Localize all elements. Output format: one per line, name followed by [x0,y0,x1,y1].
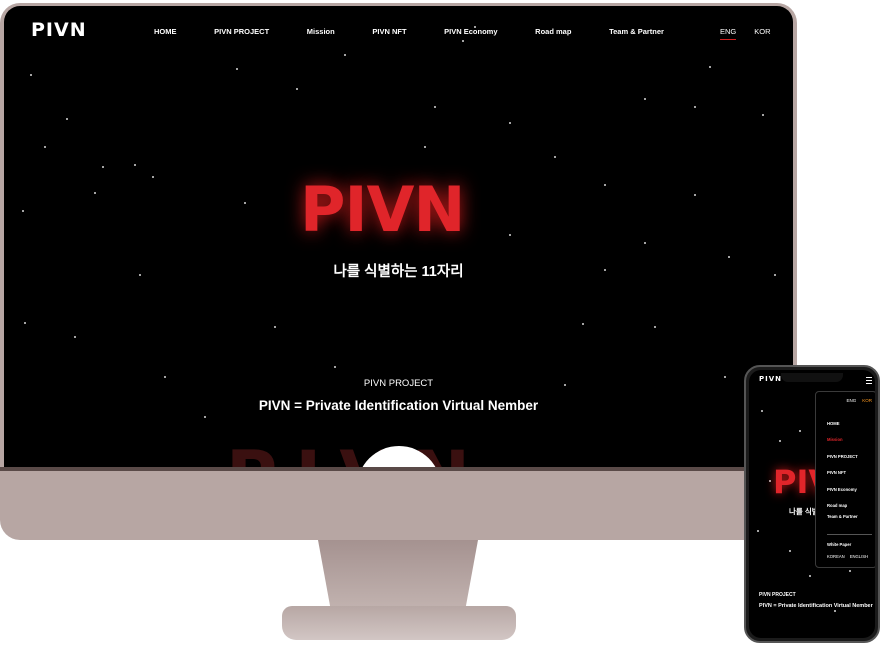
star [244,202,246,204]
star [757,530,759,532]
star [834,610,836,612]
hero-title: PIVN [300,173,465,246]
mobile-section-title: PIVN = Private Identification Virtual Ne… [759,603,873,609]
mobile-menu-pivn-economy[interactable]: PIVN Economy [827,487,857,492]
star [694,106,696,108]
star [74,336,76,338]
monitor-stand-neck [318,540,478,610]
star [152,176,154,178]
star [102,166,104,168]
star [509,122,511,124]
star [30,74,32,76]
star [296,88,298,90]
monitor-bezel [0,467,797,471]
star [728,256,730,258]
star [789,550,791,552]
main-nav: HOME PIVN PROJECT Mission PIVN NFT PIVN … [154,27,664,36]
star [554,156,556,158]
star [134,164,136,166]
mobile-lang-kor[interactable]: KOR [862,398,872,403]
nav-road-map[interactable]: Road map [535,27,571,36]
ghost-watermark: PIVN [226,436,488,467]
star [769,480,771,482]
white-paper-english[interactable]: ENGLISH [850,554,868,559]
phone-notch [781,373,843,382]
section-label: PIVN PROJECT [363,378,434,389]
star [462,40,464,42]
mobile-phone: PIVN PIVN 나를 식별하는 11자리 PIVN PROJECT PIVN… [744,365,880,643]
hamburger-menu-icon[interactable] [866,377,872,385]
language-switcher: ENG KOR [720,27,771,40]
star [654,326,656,328]
star [761,410,763,412]
star [809,575,811,577]
star [509,234,511,236]
section-title: PIVN = Private Identification Virtual Ne… [258,398,539,413]
hero-logo: PIVN [300,176,500,244]
star [582,323,584,325]
nav-pivn-project[interactable]: PIVN PROJECT [214,27,269,36]
star [762,114,764,116]
nav-home[interactable]: HOME [154,27,177,36]
white-paper-heading: White Paper [827,542,852,547]
white-paper-korean[interactable]: KOREAN [827,554,845,559]
desktop-screen: PIVN HOME PIVN PROJECT Mission PIVN NFT … [4,6,793,467]
star [236,68,238,70]
star [94,192,96,194]
star [24,322,26,324]
mobile-menu-mission[interactable]: Mission [827,437,843,442]
star [604,184,606,186]
menu-divider [827,534,872,535]
nav-mission[interactable]: Mission [307,27,335,36]
star [694,194,696,196]
star [644,98,646,100]
mobile-menu-team-partner[interactable]: Team & Partner [827,514,858,519]
lang-kor[interactable]: KOR [754,27,770,40]
star [66,118,68,120]
mobile-lang-eng[interactable]: ENG [846,398,856,403]
mobile-section-label: PIVN PROJECT [759,592,796,598]
star [22,210,24,212]
star [204,416,206,418]
star [424,146,426,148]
star [344,54,346,56]
nav-team-partner[interactable]: Team & Partner [609,27,664,36]
lang-eng[interactable]: ENG [720,27,737,40]
star [799,430,801,432]
mobile-menu-pivn-project[interactable]: PIVN PROJECT [827,454,858,459]
star [44,146,46,148]
nav-pivn-nft[interactable]: PIVN NFT [372,27,406,36]
white-paper-options: KOREAN ENGLISH [827,554,868,559]
site-logo[interactable]: PIVN [31,19,87,41]
nav-pivn-economy[interactable]: PIVN Economy [444,27,497,36]
mobile-menu-pivn-nft[interactable]: PIVN NFT [827,470,846,475]
star [334,366,336,368]
desktop-monitor: PIVN HOME PIVN PROJECT Mission PIVN NFT … [0,3,797,540]
mobile-menu-home[interactable]: HOME [827,421,840,426]
star [779,440,781,442]
star [434,106,436,108]
star [709,66,711,68]
hero-tagline: 나를 식별하는 11자리 [333,264,464,280]
star [644,242,646,244]
star [274,326,276,328]
mobile-menu-dropdown: ENG KOR HOME Mission PIVN PROJECT PIVN N… [815,391,875,568]
monitor-stand-base [282,606,516,640]
mobile-logo[interactable]: PIVN [759,375,782,383]
mobile-menu-road-map[interactable]: Road map [827,503,847,508]
mobile-language-switcher: ENG KOR [846,398,872,403]
star [849,570,851,572]
mobile-screen: PIVN PIVN 나를 식별하는 11자리 PIVN PROJECT PIVN… [749,370,875,638]
